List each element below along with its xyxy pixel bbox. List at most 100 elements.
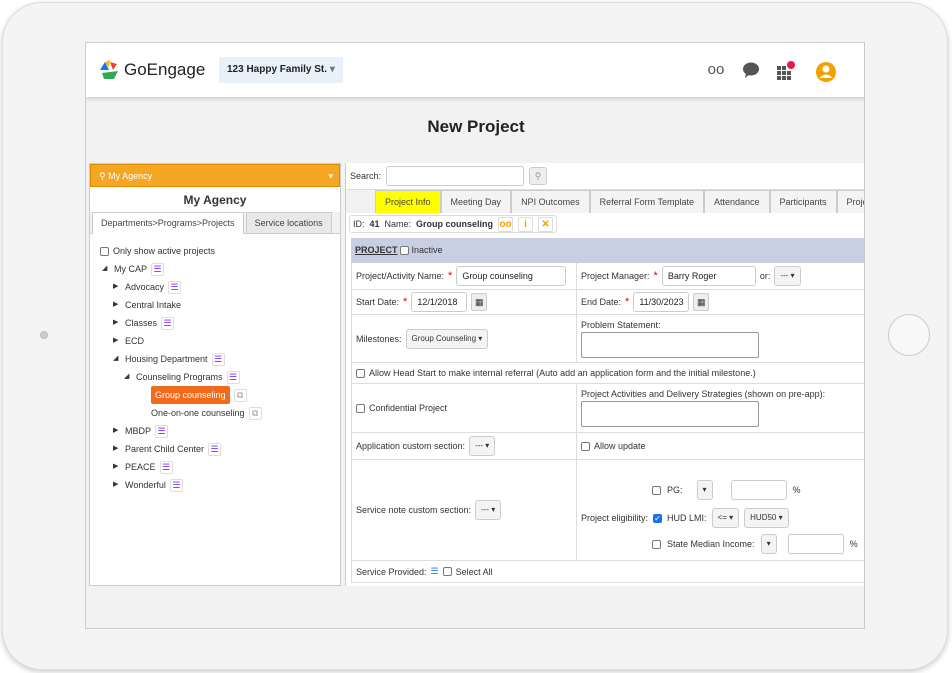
calendar-icon[interactable]: ▦ [471, 293, 488, 311]
tree-item-label: Housing Department [125, 354, 208, 364]
manager-input[interactable]: Barry Roger [661, 266, 756, 286]
project-id-bar: ID: 41 Name: Group counseling oo i ✕ [349, 215, 558, 233]
tree-item[interactable]: ▶ Wonderful ☰ [100, 476, 330, 494]
hud-checkbox[interactable]: ✓ [653, 513, 663, 523]
confidential-checkbox[interactable] [356, 403, 365, 413]
tree-item[interactable]: ▶ ECD [100, 332, 330, 350]
smi-select[interactable]: ▾ [760, 534, 777, 554]
or-label: or: [759, 271, 771, 281]
tree-item-label: Parent Child Center [125, 444, 205, 454]
tab-departments[interactable]: Departments>Programs>Projects [92, 212, 244, 234]
expand-icon[interactable]: ▶ [113, 278, 121, 296]
tab-project[interactable]: Project [836, 190, 864, 213]
hud-value-select[interactable]: HUD50 ▾ [744, 508, 789, 528]
start-date-input[interactable]: 12/1/2018 [411, 292, 468, 312]
tree-item[interactable]: One-on-one counseling ⧉ [100, 404, 330, 422]
search-icon[interactable]: ⚲ [529, 167, 548, 185]
copy-icon[interactable]: ⧉ [233, 388, 247, 402]
chevron-down-icon: ▾ [328, 171, 333, 181]
new-project-icon[interactable]: ☰ [151, 262, 165, 276]
tab-service-locations[interactable]: Service locations [245, 212, 332, 233]
tree-item[interactable]: ▶ PEACE ☰ [100, 458, 330, 476]
tree-item-label: ECD [125, 336, 145, 346]
app-custom-select[interactable]: --- ▾ [469, 436, 496, 456]
hud-operator-select[interactable]: <= ▾ [711, 508, 740, 528]
row-milestones: Milestones: Group Counseling ▾ Problem St… [351, 315, 864, 363]
expand-icon[interactable]: ▶ [113, 458, 121, 476]
calendar-icon[interactable]: ▦ [693, 293, 710, 311]
tab-participants[interactable]: Participants [769, 190, 837, 213]
smi-input[interactable] [787, 534, 844, 554]
tree-item[interactable]: ◢ My CAP ☰ [100, 260, 330, 278]
service-note-select[interactable]: --- ▾ [475, 500, 502, 520]
activities-textarea[interactable] [581, 401, 759, 427]
tree-item-label: Advocacy [125, 282, 165, 292]
new-project-icon[interactable]: ☰ [211, 352, 225, 366]
project-name-input[interactable]: Group counseling [456, 266, 567, 286]
tab-attendance[interactable]: Attendance [703, 190, 770, 213]
glasses-icon[interactable]: oo [498, 216, 514, 232]
tools-icon[interactable]: ✕ [538, 216, 554, 232]
select-all-checkbox[interactable] [442, 567, 452, 576]
tree-item[interactable]: ▶ Classes ☰ [100, 314, 330, 332]
pg-input[interactable] [730, 480, 787, 500]
expand-icon[interactable]: ▶ [113, 422, 121, 440]
new-project-icon[interactable]: ☰ [169, 478, 183, 492]
inactive-checkbox[interactable] [400, 246, 410, 256]
problem-textarea[interactable] [581, 331, 759, 358]
checkbox[interactable] [100, 246, 109, 256]
logo[interactable]: GoEngage [98, 59, 205, 81]
location-select[interactable]: 123 Happy Family St. ▾ [219, 57, 343, 83]
info-icon[interactable]: i [518, 216, 534, 232]
expand-icon[interactable]: ▶ [113, 440, 121, 458]
tree-item[interactable]: ▶ Central Intake [100, 296, 330, 314]
head-start-checkbox[interactable] [356, 368, 365, 378]
smi-checkbox[interactable] [652, 539, 661, 549]
agency-select[interactable]: ⚲ My Agency ▾ [90, 164, 340, 187]
pg-checkbox[interactable] [652, 485, 661, 495]
milestones-select[interactable]: Group Counseling ▾ [405, 328, 489, 349]
user-avatar-icon[interactable] [815, 61, 836, 82]
id-value: 41 [369, 219, 380, 229]
end-date-input[interactable]: 11/30/2023 [633, 292, 690, 312]
collapse-icon[interactable]: ◢ [113, 350, 121, 368]
manager-select[interactable]: --- ▾ [774, 266, 801, 286]
apps-grid-icon[interactable] [776, 61, 796, 81]
tab-referral-form-template[interactable]: Referral Form Template [589, 190, 704, 213]
copy-icon[interactable]: ⧉ [248, 406, 262, 420]
pg-select[interactable]: ▾ [696, 480, 713, 500]
allow-update-checkbox[interactable] [581, 441, 590, 451]
tree-item[interactable]: Group counseling ⧉ [100, 386, 330, 404]
collapse-icon[interactable]: ◢ [124, 368, 132, 386]
expand-icon[interactable]: ▶ [113, 332, 121, 350]
new-project-icon[interactable]: ☰ [168, 280, 182, 294]
tree-item[interactable]: ◢ Counseling Programs ☰ [100, 368, 330, 386]
collapse-icon[interactable]: ◢ [102, 260, 110, 278]
expand-icon[interactable]: ▶ [113, 476, 121, 494]
screen: GoEngage 123 Happy Family St. ▾ oo New P… [85, 42, 865, 629]
list-icon[interactable]: ☰ [431, 566, 439, 577]
tree-item[interactable]: ▶ MBDP ☰ [100, 422, 330, 440]
tab-meeting-day[interactable]: Meeting Day [440, 190, 512, 213]
row-name: Project/Activity Name: * Group counseling … [351, 263, 864, 290]
new-project-icon[interactable]: ☰ [208, 442, 222, 456]
tree-item[interactable]: ◢ Housing Department ☰ [100, 350, 330, 368]
expand-icon[interactable]: ▶ [113, 296, 121, 314]
new-project-icon[interactable]: ☰ [155, 424, 169, 438]
new-project-icon[interactable]: ☰ [226, 370, 240, 384]
new-project-icon[interactable]: ☰ [161, 316, 175, 330]
search-input[interactable] [386, 166, 525, 186]
tab-npi-outcomes[interactable]: NPI Outcomes [511, 190, 590, 213]
head-start-label: Allow Head Start to make internal referr… [369, 368, 756, 378]
home-button[interactable] [888, 314, 930, 356]
chat-icon[interactable] [741, 61, 761, 81]
glasses-icon[interactable]: oo [706, 61, 726, 81]
tab-project-info[interactable]: Project Info [375, 190, 441, 213]
tree-item[interactable]: ▶ Parent Child Center ☰ [100, 440, 330, 458]
agency-heading: My Agency [90, 187, 340, 212]
tree-item[interactable]: ▶ Advocacy ☰ [100, 278, 330, 296]
new-project-icon[interactable]: ☰ [159, 460, 173, 474]
expand-icon[interactable]: ▶ [113, 314, 121, 332]
service-note-label: Service note custom section: [356, 505, 472, 515]
only-active-checkbox[interactable]: Only show active projects [100, 242, 330, 260]
